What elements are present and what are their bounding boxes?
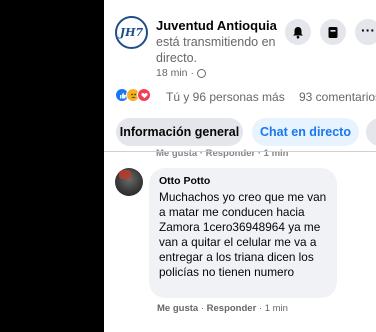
bell-icon [293, 26, 303, 38]
commenter-avatar[interactable] [115, 168, 143, 196]
section-divider [104, 151, 376, 152]
reaction-icons[interactable] [115, 88, 151, 102]
post-time[interactable]: 18 min [156, 67, 188, 79]
reply-comment-button[interactable]: Responder [207, 303, 257, 314]
facebook-live-panel: JH7 Juventud Antioquia está transmitiend… [104, 0, 376, 332]
post-time-row: 18 min · [156, 67, 207, 79]
comment-actions: Me gusta · Responder · 1 min [157, 303, 288, 314]
comment-author[interactable]: Otto Potto [159, 175, 327, 187]
comment-time[interactable]: 1 min [265, 303, 288, 314]
notifications-button[interactable] [285, 19, 311, 45]
page-name[interactable]: Juventud Antioquia [156, 18, 277, 33]
like-comment-button[interactable]: Me gusta [157, 303, 198, 314]
tab-information[interactable]: Información general [116, 118, 243, 146]
globe-icon [197, 68, 207, 78]
more-dots-icon: ··· [361, 21, 375, 38]
live-status-text: está transmitiendo en directo. [156, 35, 276, 65]
love-reaction-icon [137, 88, 151, 102]
tab-more[interactable] [366, 118, 376, 146]
previous-comment-actions[interactable]: Me gusta · Responder · 1 min [156, 148, 289, 159]
tab-live-chat[interactable]: Chat en directo [252, 118, 359, 146]
bookmark-icon [328, 26, 338, 38]
more-options-button[interactable]: ··· [355, 19, 376, 45]
comment-text: Muchachos yo creo que me van a matar me … [159, 190, 327, 279]
comments-count[interactable]: 93 comentarios [299, 90, 376, 104]
save-button[interactable] [320, 19, 346, 45]
page-avatar[interactable]: JH7 [115, 16, 148, 49]
page-logo-text: JH7 [119, 26, 144, 39]
reactions-summary[interactable]: Tú y 96 personas más [166, 90, 285, 104]
black-background [0, 0, 104, 332]
comment-bubble: Otto Potto Muchachos yo creo que me van … [149, 168, 337, 298]
